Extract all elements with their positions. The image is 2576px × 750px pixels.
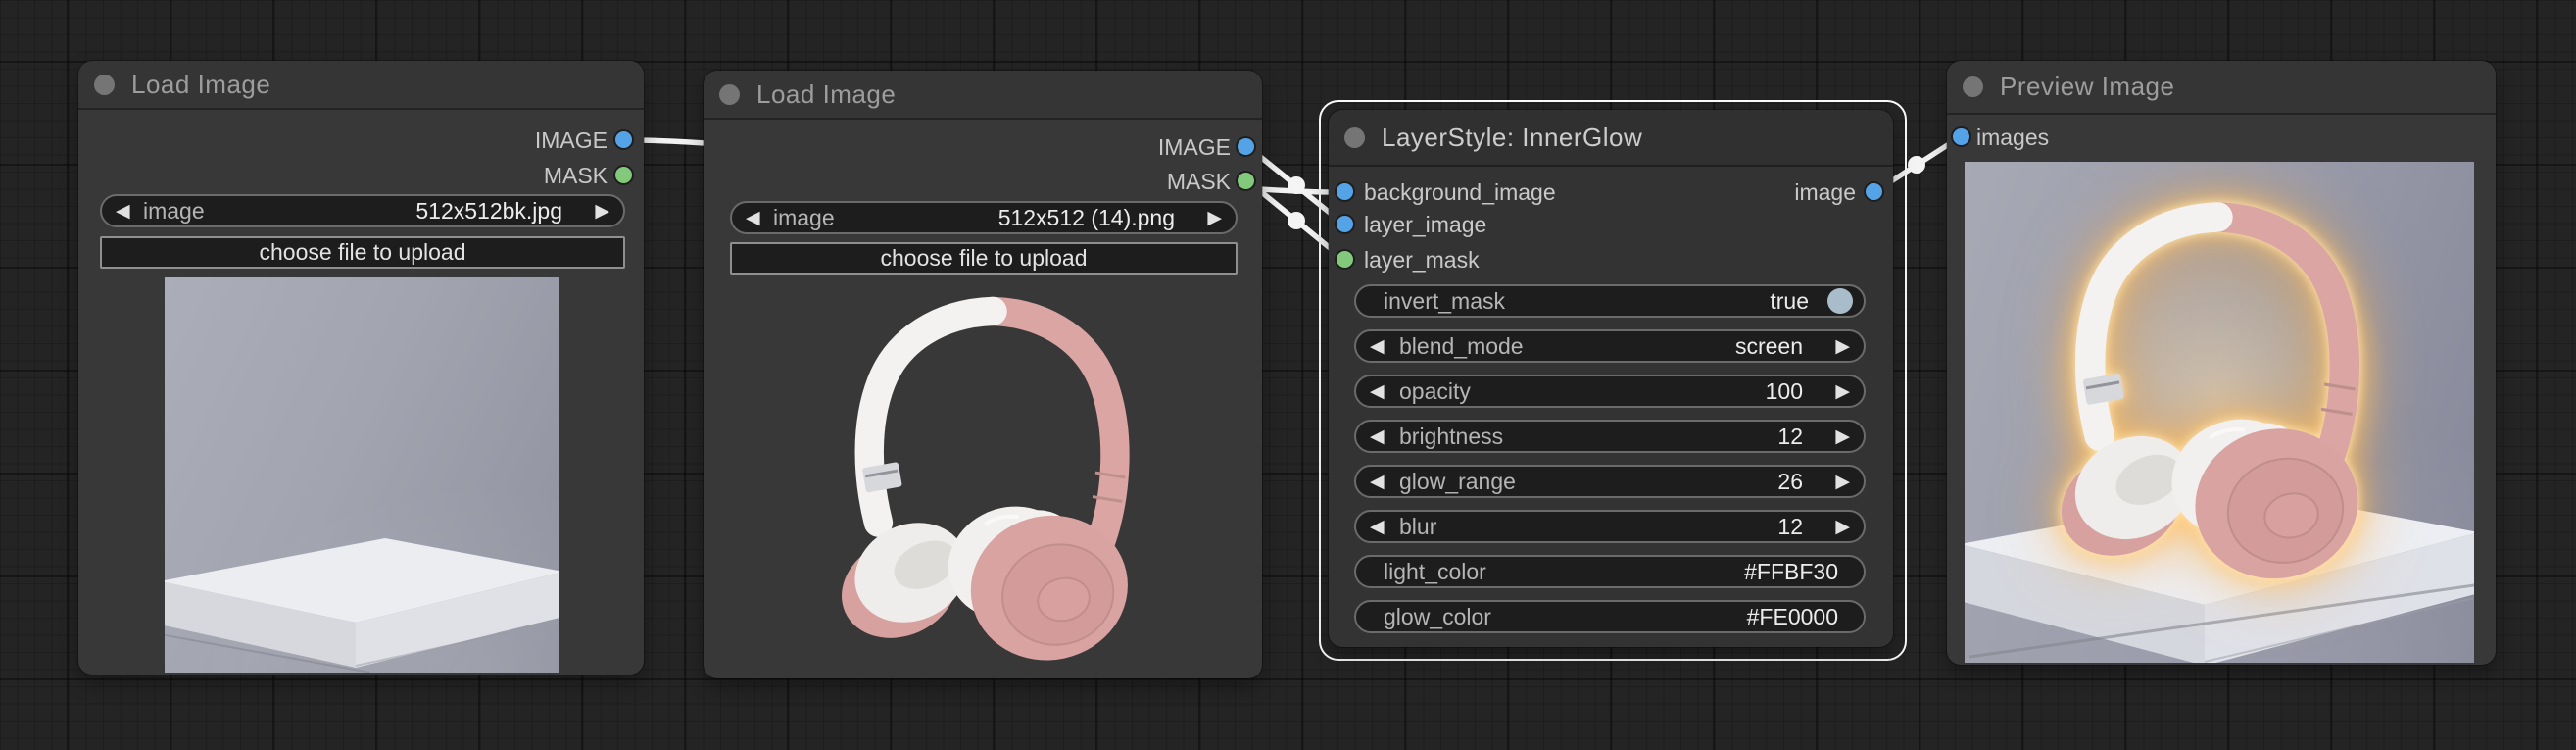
widget-value: #FE0000 (1746, 603, 1838, 629)
combo-label: image (773, 204, 835, 230)
node-editor-canvas[interactable]: Load Image IMAGE MASK ◀ image 512x512bk.… (0, 0, 2576, 750)
widget-prev-icon[interactable]: ◀ (1370, 376, 1385, 406)
output-dot-image[interactable] (1236, 136, 1256, 157)
widget-value: 12 (1777, 513, 1803, 539)
node-title: Preview Image (2000, 72, 2175, 101)
node-title: Load Image (131, 69, 271, 99)
combo-prev-icon[interactable]: ◀ (116, 196, 130, 225)
node-preview-image[interactable]: Preview Image images (1947, 61, 2496, 665)
widget-invert-mask[interactable]: invert_mask true (1354, 284, 1866, 318)
widget-blur[interactable]: ◀ blur 12 ▶ (1354, 510, 1866, 543)
widget-label: light_color (1384, 558, 1486, 584)
output-dot-mask[interactable] (1236, 171, 1256, 191)
input-label-layer-mask: layer_mask (1364, 247, 1480, 273)
widget-brightness[interactable]: ◀ brightness 12 ▶ (1354, 420, 1866, 453)
widget-label: blend_mode (1399, 332, 1524, 359)
choose-file-button[interactable]: choose file to upload (730, 242, 1238, 275)
link-dot (1288, 176, 1305, 194)
output-dot-image[interactable] (613, 129, 634, 150)
node-load-image-2[interactable]: Load Image IMAGE MASK ◀ image 512x512 (1… (704, 71, 1262, 678)
toggle-dot[interactable] (1827, 288, 1853, 314)
collapse-dot-icon[interactable] (719, 83, 740, 105)
output-label-image: IMAGE (1157, 134, 1231, 160)
widget-value: 12 (1777, 423, 1803, 449)
combo-value: 512x512bk.jpg (415, 197, 562, 224)
widget-prev-icon[interactable]: ◀ (1370, 512, 1385, 541)
combo-value: 512x512 (14).png (997, 204, 1175, 230)
widget-glow-color[interactable]: glow_color #FE0000 (1354, 600, 1866, 633)
input-dot-images[interactable] (1951, 126, 1971, 147)
widget-label: opacity (1399, 377, 1471, 404)
output-label-mask: MASK (543, 163, 608, 188)
input-dot-layer-mask[interactable] (1335, 249, 1355, 270)
widget-label: glow_color (1384, 603, 1491, 629)
widget-value: #FFBF30 (1744, 558, 1838, 584)
widget-value: screen (1734, 332, 1803, 359)
widget-label: invert_mask (1384, 287, 1505, 314)
widget-next-icon[interactable]: ▶ (1835, 331, 1850, 361)
output-label-image: IMAGE (534, 127, 608, 153)
node-load-image-1[interactable]: Load Image IMAGE MASK ◀ image 512x512bk.… (78, 61, 644, 675)
output-label-mask: MASK (1166, 169, 1231, 194)
widget-next-icon[interactable]: ▶ (1835, 376, 1850, 406)
widget-light-color[interactable]: light_color #FFBF30 (1354, 555, 1866, 588)
collapse-dot-icon[interactable] (1344, 126, 1365, 148)
combo-prev-icon[interactable]: ◀ (746, 203, 760, 232)
input-label-background-image: background_image (1364, 179, 1556, 205)
image-preview-headphones (784, 284, 1205, 669)
combo-next-icon[interactable]: ▶ (595, 196, 609, 225)
node-title: Load Image (756, 78, 897, 109)
widget-label: brightness (1399, 423, 1504, 449)
output-dot-mask[interactable] (613, 165, 634, 185)
image-preview-podium (165, 277, 559, 673)
widget-opacity[interactable]: ◀ opacity 100 ▶ (1354, 375, 1866, 408)
input-label-layer-image: layer_image (1364, 212, 1487, 237)
input-dot-layer-image[interactable] (1335, 214, 1355, 234)
node-titlebar[interactable]: Preview Image (1947, 61, 2496, 115)
combo-label: image (143, 197, 205, 224)
widget-prev-icon[interactable]: ◀ (1370, 331, 1385, 361)
widget-next-icon[interactable]: ▶ (1835, 512, 1850, 541)
node-layerstyle-innerglow[interactable]: LayerStyle: InnerGlow background_image l… (1329, 110, 1893, 647)
choose-file-button[interactable]: choose file to upload (100, 236, 625, 269)
image-preview-result (1965, 162, 2474, 663)
widget-label: glow_range (1399, 468, 1516, 494)
widget-next-icon[interactable]: ▶ (1835, 422, 1850, 451)
combo-next-icon[interactable]: ▶ (1207, 203, 1222, 232)
node-titlebar[interactable]: Load Image (78, 61, 644, 110)
output-dot-image[interactable] (1864, 181, 1884, 202)
link-dot (1288, 212, 1305, 229)
output-label-image: image (1794, 179, 1856, 205)
input-label-images: images (1976, 125, 2050, 150)
widget-value: 100 (1765, 377, 1803, 404)
widget-next-icon[interactable]: ▶ (1835, 467, 1850, 496)
collapse-dot-icon[interactable] (1963, 76, 1983, 97)
widget-value: 26 (1777, 468, 1803, 494)
image-combo-widget[interactable]: ◀ image 512x512bk.jpg ▶ (100, 194, 625, 227)
input-dot-background-image[interactable] (1335, 181, 1355, 202)
widget-glow-range[interactable]: ◀ glow_range 26 ▶ (1354, 465, 1866, 498)
collapse-dot-icon[interactable] (94, 74, 115, 95)
widget-blend-mode[interactable]: ◀ blend_mode screen ▶ (1354, 329, 1866, 363)
widget-label: blur (1399, 513, 1437, 539)
link-dot (1908, 156, 1925, 174)
node-titlebar[interactable]: LayerStyle: InnerGlow (1329, 110, 1893, 167)
node-titlebar[interactable]: Load Image (704, 71, 1262, 120)
widget-prev-icon[interactable]: ◀ (1370, 467, 1385, 496)
image-preview-headphones-glow (2002, 189, 2438, 587)
widget-prev-icon[interactable]: ◀ (1370, 422, 1385, 451)
image-combo-widget[interactable]: ◀ image 512x512 (14).png ▶ (730, 201, 1238, 234)
node-title: LayerStyle: InnerGlow (1382, 122, 1643, 152)
widget-value: true (1770, 287, 1809, 314)
